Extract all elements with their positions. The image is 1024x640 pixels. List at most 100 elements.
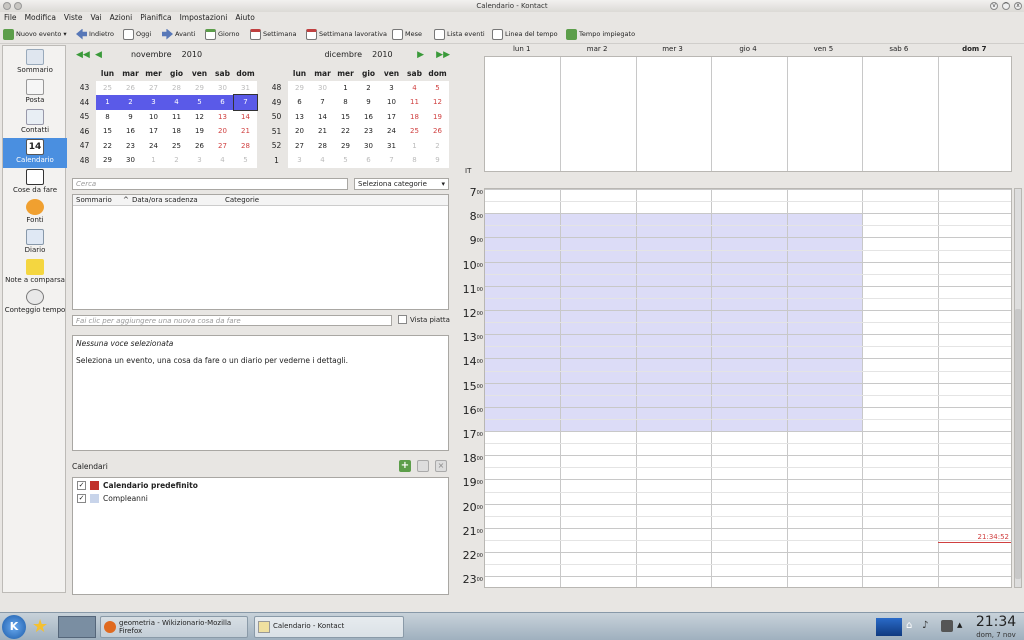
sidebar-item-journal[interactable]: Diario [3, 228, 67, 258]
minimize-icon[interactable]: v [990, 2, 998, 10]
window-sticky-icon[interactable] [14, 2, 22, 10]
new-event-button[interactable]: Nuovo evento ▾ [3, 27, 67, 41]
day-cell[interactable]: 24 [380, 124, 403, 139]
today-button[interactable]: Oggi [123, 27, 151, 41]
day-cell[interactable]: 26 [426, 124, 449, 139]
task-kontact[interactable]: Calendario - Kontact [254, 616, 404, 638]
day-cell[interactable]: 16 [357, 109, 380, 124]
week-number[interactable]: 51 [265, 124, 288, 139]
todo-list[interactable]: Sommario ^ Data/ora scadenza Categorie [72, 194, 449, 310]
day-cell[interactable]: 25 [165, 138, 188, 153]
day-cell[interactable]: 4 [211, 153, 234, 168]
menu-edit[interactable]: Modifica [21, 12, 60, 24]
clock-time[interactable]: 21:34 [970, 614, 1022, 630]
chevron-down-icon[interactable]: ▾ [63, 30, 66, 38]
day-cell[interactable]: 15 [334, 109, 357, 124]
event-list-button[interactable]: Lista eventi [434, 27, 485, 41]
close-icon[interactable]: x [1014, 2, 1022, 10]
week-number[interactable]: 49 [265, 95, 288, 110]
day-cell[interactable]: 8 [403, 153, 426, 168]
sidebar-item-summary[interactable]: Sommario [3, 48, 67, 78]
day-cell[interactable]: 27 [288, 138, 311, 153]
day-view-button[interactable]: Giorno [205, 27, 239, 41]
day-cell[interactable]: 17 [380, 109, 403, 124]
month-view-button[interactable]: Mese [392, 27, 422, 41]
day-cell[interactable]: 13 [288, 109, 311, 124]
day-cell[interactable]: 5 [426, 80, 449, 95]
quick-add-todo-input[interactable]: Fai clic per aggiungere una nuova cosa d… [72, 315, 392, 326]
day-cell[interactable]: 3 [188, 153, 211, 168]
day-cell[interactable]: 8 [96, 109, 119, 124]
favorites-star-icon[interactable]: ★ [32, 617, 52, 637]
menu-go[interactable]: Vai [86, 12, 105, 24]
menu-actions[interactable]: Azioni [106, 12, 137, 24]
day-cell[interactable]: 11 [403, 95, 426, 110]
work-week-view-button[interactable]: Settimana lavorativa [306, 27, 387, 41]
menu-file[interactable]: File [0, 12, 21, 24]
week-number[interactable]: 46 [73, 124, 96, 139]
day-cell[interactable]: 10 [380, 95, 403, 110]
day-cell[interactable]: 27 [142, 80, 165, 95]
checkbox-icon[interactable]: ✓ [77, 494, 86, 503]
day-header[interactable]: mar 2 [559, 45, 634, 55]
day-cell[interactable]: 30 [311, 80, 334, 95]
day-cell[interactable]: 7 [311, 95, 334, 110]
day-cell[interactable]: 21 [234, 124, 257, 139]
day-header[interactable]: lun 1 [484, 45, 559, 55]
day-cell[interactable]: 6 [288, 95, 311, 110]
day-cell[interactable]: 20 [288, 124, 311, 139]
menu-schedule[interactable]: Pianifica [136, 12, 175, 24]
task-firefox[interactable]: geometria - Wikizionario-Mozilla Firefox [100, 616, 248, 638]
sidebar-item-feeds[interactable]: Fonti [3, 198, 67, 228]
next-month-icon[interactable]: ▶ [417, 50, 424, 60]
day-cell[interactable]: 20 [211, 124, 234, 139]
day-cell[interactable]: 29 [188, 80, 211, 95]
day-cell[interactable]: 9 [426, 153, 449, 168]
day-cell[interactable]: 12 [426, 95, 449, 110]
day-header[interactable]: dom 7 [937, 45, 1012, 55]
window-menu-icon[interactable] [3, 2, 11, 10]
day-cell[interactable]: 21 [311, 124, 334, 139]
day-cell[interactable]: 30 [119, 153, 142, 168]
week-number[interactable]: 43 [73, 81, 96, 96]
day-cell[interactable]: 4 [311, 153, 334, 168]
scrollbar-thumb[interactable] [1015, 309, 1021, 579]
day-header[interactable]: ven 5 [786, 45, 861, 55]
week-view-button[interactable]: Settimana [250, 27, 296, 41]
day-cell[interactable]: 24 [142, 138, 165, 153]
maximize-icon[interactable]: ^ [1002, 2, 1010, 10]
day-cell[interactable]: 25 [96, 80, 119, 95]
day-cell[interactable]: 29 [96, 153, 119, 168]
day-cell[interactable]: 29 [288, 80, 311, 95]
day-cell[interactable]: 1 [96, 95, 119, 110]
day-cell[interactable]: 14 [234, 109, 257, 124]
day-cell[interactable]: 4 [165, 95, 188, 110]
month-label[interactable]: dicembre [324, 50, 362, 59]
column-categories[interactable]: Categorie [225, 195, 259, 206]
checkbox-icon[interactable]: ✓ [77, 481, 86, 490]
day-cell[interactable]: 6 [357, 153, 380, 168]
device-notifier-icon[interactable] [941, 620, 953, 632]
next-year-icon[interactable]: ▶▶ [436, 50, 450, 60]
day-cell[interactable]: 7 [380, 153, 403, 168]
week-number[interactable]: 45 [73, 110, 96, 125]
day-cell[interactable]: 31 [234, 80, 257, 95]
day-cell[interactable]: 15 [96, 124, 119, 139]
calendar-item-default[interactable]: ✓ Calendario predefinito [77, 481, 198, 490]
year-label[interactable]: 2010 [372, 50, 392, 59]
sidebar-item-todo[interactable]: Cose da fare [3, 168, 67, 198]
day-cell[interactable]: 27 [211, 138, 234, 153]
day-cell[interactable]: 8 [334, 95, 357, 110]
remove-calendar-icon[interactable]: × [435, 460, 447, 472]
forward-button[interactable]: Avanti [162, 27, 195, 41]
week-number[interactable]: 48 [265, 81, 288, 96]
menu-settings[interactable]: Impostazioni [176, 12, 232, 24]
day-cell[interactable]: 1 [334, 80, 357, 95]
day-cell[interactable]: 2 [357, 80, 380, 95]
sidebar-item-mail[interactable]: Posta [3, 78, 67, 108]
day-cell[interactable]: 4 [403, 80, 426, 95]
day-cell[interactable]: 2 [426, 138, 449, 153]
year-label[interactable]: 2010 [182, 50, 202, 59]
day-cell[interactable]: 26 [119, 80, 142, 95]
todo-search-input[interactable]: Cerca [72, 178, 348, 190]
